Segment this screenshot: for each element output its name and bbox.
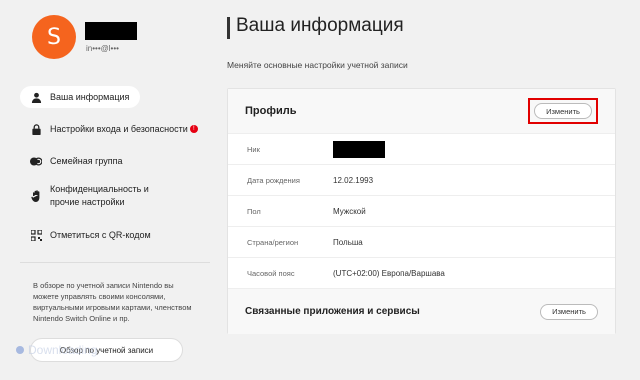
watermark-dot-icon xyxy=(16,346,24,354)
sidebar-item-label: Настройки входа и безопасности xyxy=(50,124,188,134)
row-value: 12.02.1993 xyxy=(333,175,374,185)
profile-card-header: Профиль Изменить xyxy=(228,89,615,134)
profile-row-timezone: Часовой пояс (UTC+02:00) Европа/Варшава xyxy=(228,258,615,289)
sidebar-divider xyxy=(20,262,210,263)
row-value: Мужской xyxy=(333,206,366,216)
sidebar-item-label: Конфиденциальность и прочие настройки xyxy=(50,184,149,207)
highlight-box: Изменить xyxy=(528,98,598,124)
sidebar-item-your-info[interactable]: Ваша информация xyxy=(20,86,140,108)
profile-row-nickname: Ник xyxy=(228,134,615,165)
sidebar-item-label: Ваша информация xyxy=(50,92,130,102)
sidebar-item-label: Семейная группа xyxy=(50,156,123,166)
sidebar-item-security[interactable]: Настройки входа и безопасности ! xyxy=(20,118,210,140)
redacted-username xyxy=(85,22,137,40)
row-label: Ник xyxy=(247,144,260,154)
user-email: in•••@l••• xyxy=(86,44,119,53)
sidebar-item-qr[interactable]: Отметиться с QR-кодом xyxy=(20,224,210,246)
row-value: Польша xyxy=(333,237,363,247)
lock-icon xyxy=(30,123,42,135)
sidebar-item-label: Отметиться с QR-кодом xyxy=(50,230,151,240)
row-label: Часовой пояс xyxy=(247,268,295,278)
alert-badge: ! xyxy=(189,125,198,133)
account-overview-info: В обзоре по учетной записи Nintendo вы м… xyxy=(33,281,192,323)
title-accent-bar xyxy=(227,17,230,39)
page-title: Ваша информация xyxy=(236,15,404,36)
sidebar-item-privacy[interactable]: Конфиденциальность и прочие настройки xyxy=(20,180,210,212)
hand-icon xyxy=(30,190,42,202)
edit-profile-button[interactable]: Изменить xyxy=(534,103,592,119)
profile-title: Профиль xyxy=(245,105,297,117)
sidebar-item-family[interactable]: Семейная группа xyxy=(20,150,210,172)
profile-row-gender: Пол Мужской xyxy=(228,196,615,227)
edit-linked-services-button[interactable]: Изменить xyxy=(540,303,598,320)
profile-row-birthdate: Дата рождения 12.02.1993 xyxy=(228,165,615,196)
row-label: Дата рождения xyxy=(247,175,300,185)
row-label: Пол xyxy=(247,206,261,216)
profile-card: Профиль Изменить Ник Дата рождения 12.02… xyxy=(227,88,616,334)
person-icon xyxy=(30,91,42,103)
linked-services-title: Связанные приложения и сервисы xyxy=(245,306,420,317)
avatar[interactable]: S xyxy=(32,15,76,59)
page-subtitle: Меняйте основные настройки учетной запис… xyxy=(227,60,408,70)
sidebar-nav: Ваша информация Настройки входа и безопа… xyxy=(20,86,210,246)
qr-icon xyxy=(30,229,42,241)
profile-row-country: Страна/регион Польша xyxy=(228,227,615,258)
row-label: Страна/регион xyxy=(247,237,299,247)
account-overview-button[interactable]: Обзор по учетной записи xyxy=(30,338,183,362)
avatar-letter: S xyxy=(47,24,61,50)
linked-services-section: Связанные приложения и сервисы Изменить xyxy=(228,289,615,334)
row-value: (UTC+02:00) Европа/Варшава xyxy=(333,268,445,278)
family-icon xyxy=(30,155,42,167)
redacted-nickname xyxy=(333,140,385,158)
